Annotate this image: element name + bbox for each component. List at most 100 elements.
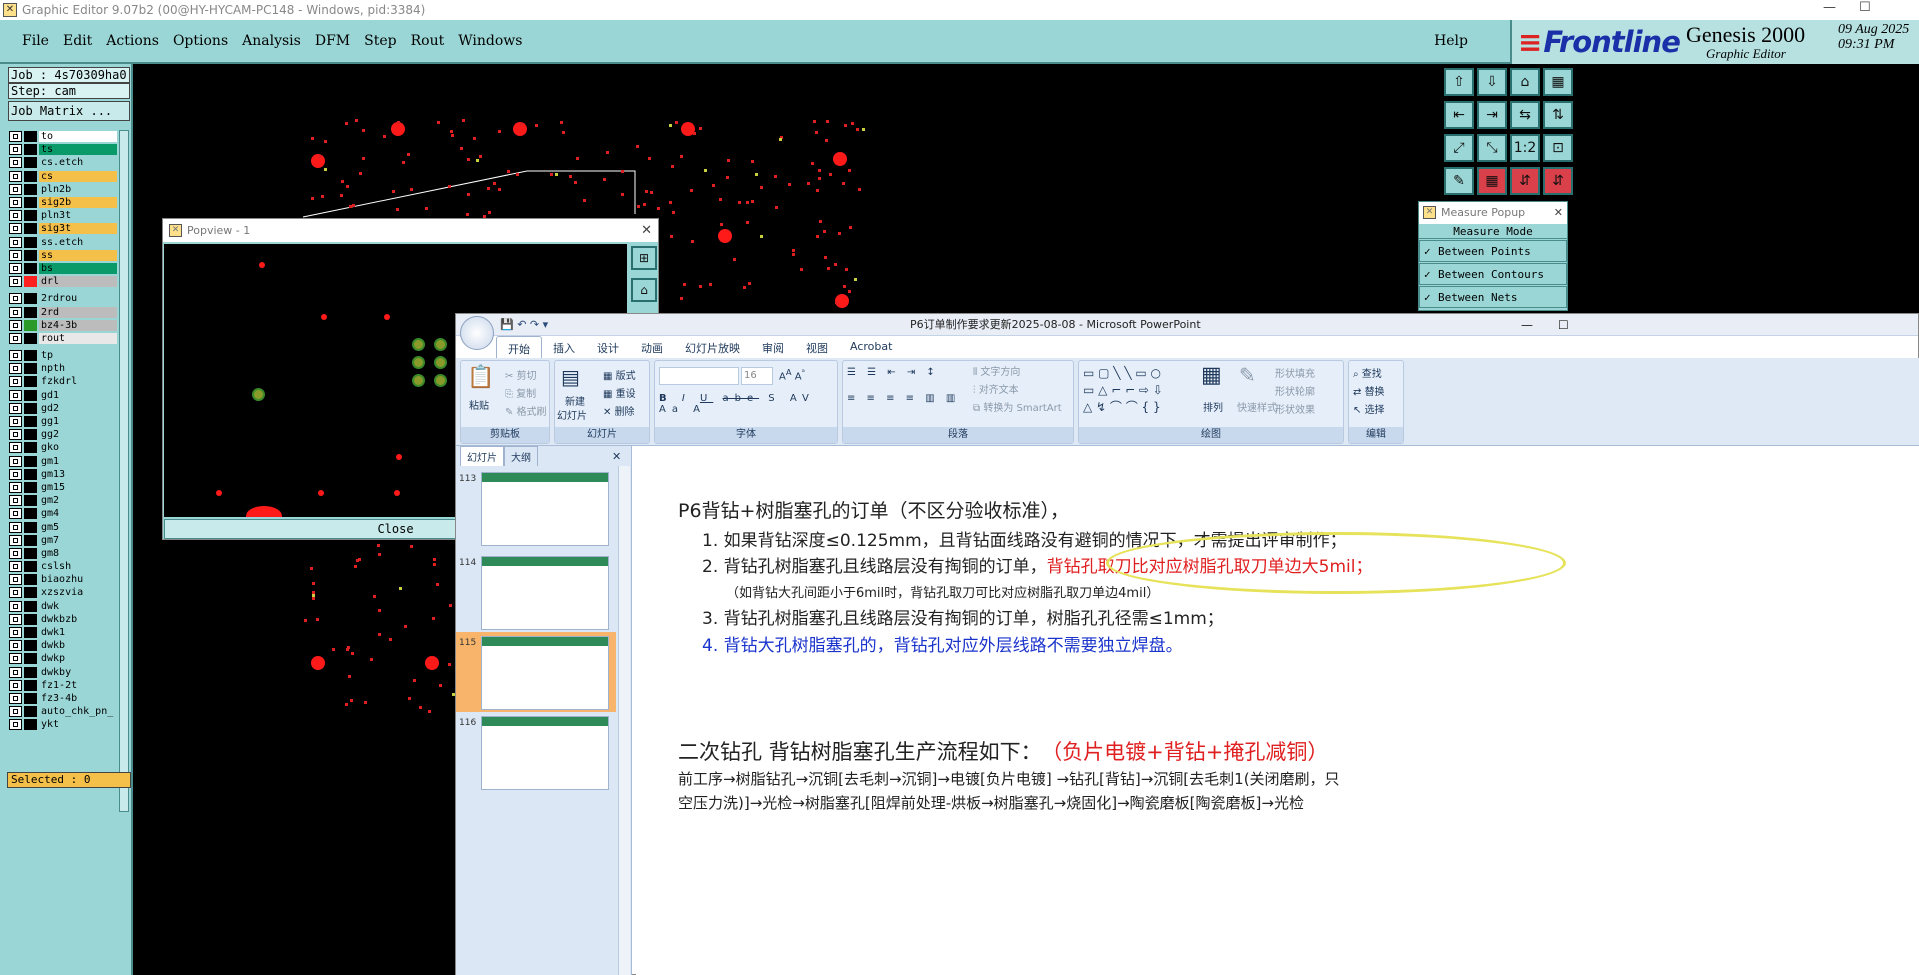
- maximize-icon[interactable]: ☐: [1558, 314, 1569, 336]
- menu-help[interactable]: Help: [1434, 33, 1468, 49]
- layer-checkbox[interactable]: [9, 350, 22, 362]
- menu-step[interactable]: Step: [364, 33, 396, 49]
- tool-button-icon[interactable]: ✎: [1444, 167, 1474, 195]
- text-direction-button[interactable]: ⫴ 文字方向: [973, 363, 1020, 378]
- layer-checkbox[interactable]: [9, 262, 22, 274]
- layer-checkbox[interactable]: [9, 197, 22, 209]
- menu-actions[interactable]: Actions: [106, 33, 159, 49]
- layer-checkbox[interactable]: [9, 508, 22, 520]
- layer-row[interactable]: gm5: [9, 520, 117, 533]
- layer-row[interactable]: dwkb: [9, 639, 117, 652]
- layer-checkbox[interactable]: [9, 319, 22, 331]
- layer-row[interactable]: auto_chk_pn_: [9, 705, 117, 718]
- layer-row[interactable]: gm13: [9, 468, 117, 481]
- paste-icon[interactable]: 📋: [467, 365, 494, 390]
- layer-checkbox[interactable]: [9, 363, 22, 375]
- layer-row[interactable]: cs.etch: [9, 156, 117, 169]
- layer-row[interactable]: ts: [9, 143, 117, 156]
- home-icon[interactable]: ⌂: [631, 278, 657, 302]
- layout-button[interactable]: ▦ 版式: [603, 367, 636, 382]
- layer-row[interactable]: drl: [9, 275, 117, 288]
- layer-row[interactable]: dwkby: [9, 666, 117, 679]
- layer-row[interactable]: dwk1: [9, 626, 117, 639]
- tool-button-icon[interactable]: 1:2: [1510, 134, 1540, 162]
- layer-row[interactable]: fz1-2t: [9, 679, 117, 692]
- layer-row[interactable]: ss.etch: [9, 236, 117, 249]
- close-icon[interactable]: ✕: [1554, 202, 1563, 224]
- layer-row[interactable]: gg1: [9, 415, 117, 428]
- tool-button-icon[interactable]: ▦: [1543, 68, 1573, 96]
- slide-thumbnail[interactable]: [481, 556, 609, 630]
- layer-row[interactable]: 2rdrou: [9, 292, 117, 305]
- grow-font-icon[interactable]: AA Aᵃ: [779, 367, 805, 382]
- layer-checkbox[interactable]: [9, 249, 22, 261]
- layer-checkbox[interactable]: [9, 561, 22, 573]
- tool-button-icon[interactable]: ⌂: [1510, 68, 1540, 96]
- layer-row[interactable]: gm8: [9, 547, 117, 560]
- layer-checkbox[interactable]: [9, 210, 22, 222]
- layer-row[interactable]: 2rd: [9, 305, 117, 318]
- tab-acrobat[interactable]: Acrobat: [839, 336, 903, 358]
- layer-row[interactable]: ss: [9, 249, 117, 262]
- menu-rout[interactable]: Rout: [411, 33, 445, 49]
- layer-scrollbar[interactable]: [119, 130, 129, 812]
- slide-thumbnail[interactable]: [481, 472, 609, 546]
- menu-windows[interactable]: Windows: [458, 33, 522, 49]
- layer-row[interactable]: gm1: [9, 455, 117, 468]
- shape-fill-button[interactable]: 形状填充: [1275, 365, 1315, 380]
- layer-row[interactable]: sig2b: [9, 196, 117, 209]
- pane-scrollbar[interactable]: [618, 466, 630, 975]
- tab-animation[interactable]: 动画: [630, 336, 674, 358]
- quick-style-button[interactable]: 快速样式: [1237, 399, 1277, 414]
- tool-button-icon[interactable]: ⇤: [1444, 101, 1474, 129]
- layer-checkbox[interactable]: [9, 679, 22, 691]
- layer-checkbox[interactable]: [9, 276, 22, 288]
- layer-checkbox[interactable]: [9, 389, 22, 401]
- shapes-gallery[interactable]: ▭ ▢ ╲ ╲ ▭ ○ ▭ △ ⌐ ⌐ ⇨ ⇩ △ ↯ ⌒ ⌒ { }: [1083, 365, 1163, 416]
- close-icon[interactable]: ✕: [612, 450, 621, 463]
- minimize-icon[interactable]: —: [1823, 0, 1836, 15]
- layer-row[interactable]: to: [9, 130, 117, 143]
- between-nets-option[interactable]: Between Nets: [1419, 286, 1567, 309]
- layer-row[interactable]: gm2: [9, 494, 117, 507]
- layer-row[interactable]: cslsh: [9, 560, 117, 573]
- layer-checkbox[interactable]: [9, 236, 22, 248]
- layer-checkbox[interactable]: [9, 332, 22, 344]
- shape-effect-button[interactable]: 形状效果: [1275, 401, 1315, 416]
- new-slide-icon[interactable]: ▤: [561, 365, 580, 389]
- layer-checkbox[interactable]: [9, 442, 22, 454]
- list-buttons[interactable]: ☰ ☰ ⇤ ⇥ ↕: [847, 367, 939, 378]
- font-size-input[interactable]: 16: [741, 367, 773, 385]
- layer-checkbox[interactable]: [9, 306, 22, 318]
- smartart-button[interactable]: ⧉ 转换为 SmartArt: [973, 399, 1062, 414]
- tool-button-icon[interactable]: ▦: [1477, 167, 1507, 195]
- layer-checkbox[interactable]: [9, 157, 22, 169]
- layer-checkbox[interactable]: [9, 170, 22, 182]
- layer-row[interactable]: ykt: [9, 718, 117, 731]
- tab-insert[interactable]: 插入: [542, 336, 586, 358]
- tool-button-icon[interactable]: ⊡: [1543, 134, 1573, 162]
- layer-row[interactable]: sig3t: [9, 222, 117, 235]
- cut-button[interactable]: ✂ 剪切: [505, 367, 537, 382]
- job-matrix-button[interactable]: Job Matrix ...: [8, 101, 130, 121]
- layer-checkbox[interactable]: [9, 468, 22, 480]
- arrange-icon[interactable]: ▦: [1201, 363, 1222, 388]
- layer-row[interactable]: dwkp: [9, 652, 117, 665]
- quick-access-toolbar[interactable]: 💾 ↶ ↷ ▾: [500, 314, 548, 336]
- layer-row[interactable]: gd2: [9, 402, 117, 415]
- layer-checkbox[interactable]: [9, 692, 22, 704]
- layer-checkbox[interactable]: [9, 293, 22, 305]
- layer-row[interactable]: xzszvia: [9, 586, 117, 599]
- layer-row[interactable]: bs: [9, 262, 117, 275]
- font-style-buttons[interactable]: B I U abe S AV Aa A: [659, 393, 837, 415]
- menu-dfm[interactable]: DFM: [315, 33, 350, 49]
- menu-options[interactable]: Options: [173, 33, 228, 49]
- layer-row[interactable]: cs: [9, 170, 117, 183]
- layer-checkbox[interactable]: [9, 144, 22, 156]
- menu-file[interactable]: File: [22, 33, 49, 49]
- minimize-icon[interactable]: —: [1521, 314, 1533, 336]
- arrange-button[interactable]: 排列: [1203, 399, 1223, 414]
- tab-design[interactable]: 设计: [586, 336, 630, 358]
- layer-checkbox[interactable]: [9, 666, 22, 678]
- paste-button[interactable]: 粘贴: [469, 397, 489, 412]
